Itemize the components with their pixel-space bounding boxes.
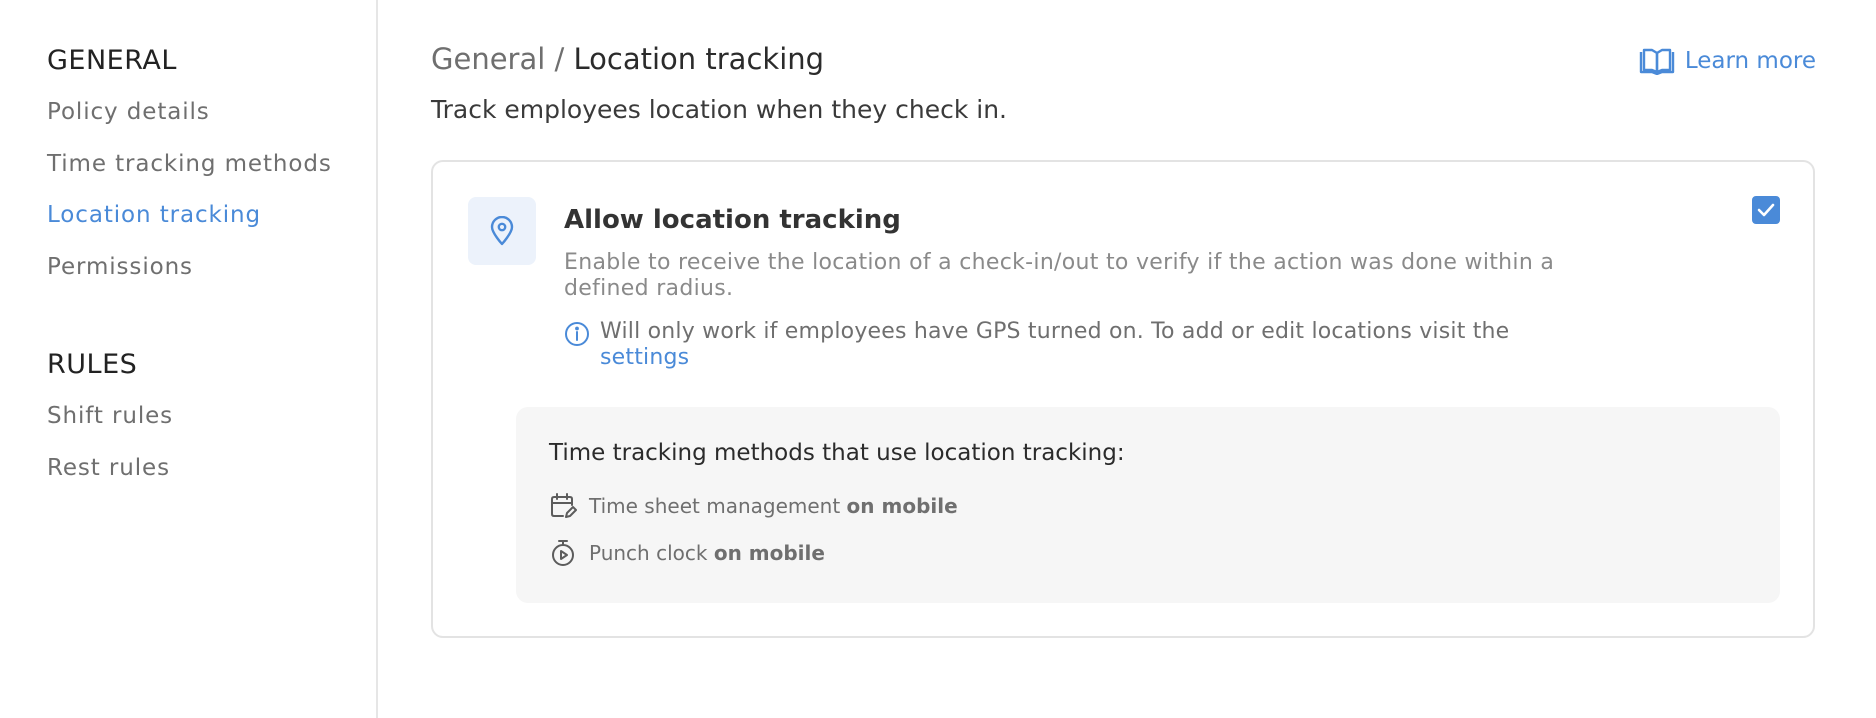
main-content: General / Location tracking Learn more T… (380, 0, 1876, 718)
sidebar-item-policy-details[interactable]: Policy details (47, 99, 210, 125)
learn-more-link[interactable]: Learn more (1639, 47, 1816, 75)
method-emphasis-timesheet: on mobile (846, 494, 958, 518)
location-tracking-card: Allow location tracking Enable to receiv… (431, 160, 1815, 638)
sidebar-section-rules: RULES (47, 349, 138, 380)
sidebar: GENERAL Policy details Time tracking met… (0, 0, 378, 718)
method-text-timesheet: Time sheet management (589, 494, 847, 518)
method-label-timesheet: Time sheet management on mobile (589, 494, 958, 518)
stopwatch-play-icon (549, 539, 577, 567)
location-icon-box (468, 197, 536, 265)
info-text-wrapper: Will only work if employees have GPS tur… (600, 319, 1524, 371)
book-open-icon (1639, 47, 1675, 75)
methods-panel: Time tracking methods that use location … (516, 407, 1780, 603)
checkmark-icon (1756, 202, 1776, 218)
breadcrumb-parent[interactable]: General (431, 42, 545, 76)
method-emphasis-punch-clock: on mobile (713, 541, 825, 565)
sidebar-item-permissions[interactable]: Permissions (47, 254, 193, 280)
map-pin-icon (490, 216, 514, 246)
info-icon (564, 319, 590, 371)
sidebar-item-time-tracking-methods[interactable]: Time tracking methods (47, 151, 332, 177)
breadcrumb-separator: / (545, 42, 574, 76)
info-text: Will only work if employees have GPS tur… (600, 319, 1517, 344)
sidebar-item-shift-rules[interactable]: Shift rules (47, 403, 173, 429)
sidebar-item-location-tracking[interactable]: Location tracking (47, 202, 261, 228)
breadcrumb-current: Location tracking (573, 42, 825, 76)
method-text-punch-clock: Punch clock (589, 541, 714, 565)
page-subtitle: Track employees location when they check… (431, 95, 1007, 124)
sidebar-item-rest-rules[interactable]: Rest rules (47, 455, 170, 481)
card-title: Allow location tracking (564, 205, 901, 235)
calendar-edit-icon (549, 492, 577, 520)
card-description: Enable to receive the location of a chec… (564, 250, 1555, 301)
method-item-timesheet: Time sheet management on mobile (549, 492, 958, 520)
settings-link[interactable]: settings (600, 345, 689, 370)
info-note: Will only work if employees have GPS tur… (564, 319, 1524, 371)
allow-location-tracking-checkbox[interactable] (1752, 196, 1780, 224)
learn-more-label: Learn more (1684, 48, 1816, 74)
method-label-punch-clock: Punch clock on mobile (589, 541, 825, 565)
breadcrumb: General / Location tracking (431, 42, 824, 76)
methods-title: Time tracking methods that use location … (549, 440, 1125, 466)
sidebar-section-general: GENERAL (47, 45, 177, 76)
method-item-punch-clock: Punch clock on mobile (549, 539, 825, 567)
